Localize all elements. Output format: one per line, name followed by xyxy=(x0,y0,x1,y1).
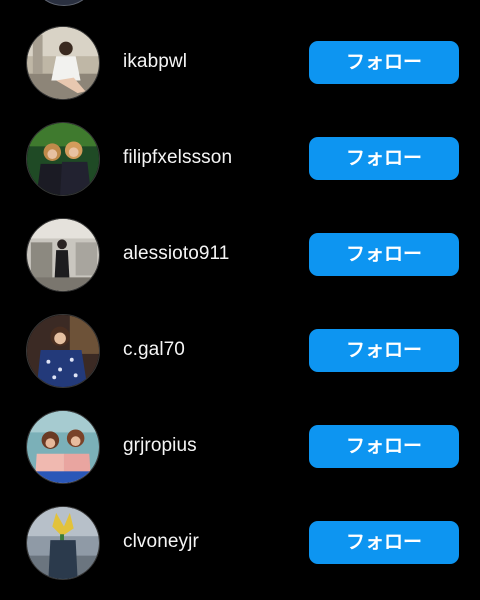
avatar-photo-icon xyxy=(27,123,99,195)
follow-button[interactable]: フォロー xyxy=(309,521,459,564)
avatar-photo-icon xyxy=(27,219,99,291)
username[interactable]: c.gal70 xyxy=(123,339,185,361)
follow-button[interactable]: フォロー xyxy=(309,41,459,84)
avatar[interactable] xyxy=(26,506,100,580)
username[interactable]: filipfxelssson xyxy=(123,147,232,169)
username[interactable]: clvoneyjr xyxy=(123,531,199,553)
avatar[interactable] xyxy=(26,314,100,388)
username[interactable]: ikabpwl xyxy=(123,51,187,73)
avatar[interactable] xyxy=(26,122,100,196)
avatar-photo-icon xyxy=(27,411,99,483)
follow-button[interactable]: フォロー xyxy=(309,233,459,276)
list-item[interactable]: ikabpwl フォロー xyxy=(0,16,480,112)
list-item[interactable]: clvoneyjr フォロー xyxy=(0,496,480,592)
avatar[interactable] xyxy=(26,218,100,292)
list-item[interactable]: grjropius フォロー xyxy=(0,400,480,496)
avatar-photo-icon xyxy=(27,507,99,579)
list-item[interactable]: filipfxelssson フォロー xyxy=(0,112,480,208)
avatar-photo-icon xyxy=(27,315,99,387)
username[interactable]: grjropius xyxy=(123,435,197,457)
avatar[interactable] xyxy=(26,410,100,484)
follow-button[interactable]: フォロー xyxy=(309,137,459,180)
avatar-photo-icon xyxy=(27,27,99,99)
follow-suggestions-list: ikabpwl フォロー filipfxelssson フォロー alessio… xyxy=(0,0,480,600)
follow-button[interactable]: フォロー xyxy=(309,329,459,372)
username[interactable]: alessioto911 xyxy=(123,243,229,265)
list-item[interactable]: alessioto911 フォロー xyxy=(0,208,480,304)
list-item[interactable]: c.gal70 フォロー xyxy=(0,304,480,400)
avatar[interactable] xyxy=(26,26,100,100)
follow-button[interactable]: フォロー xyxy=(309,425,459,468)
avatar-partial xyxy=(38,0,90,6)
